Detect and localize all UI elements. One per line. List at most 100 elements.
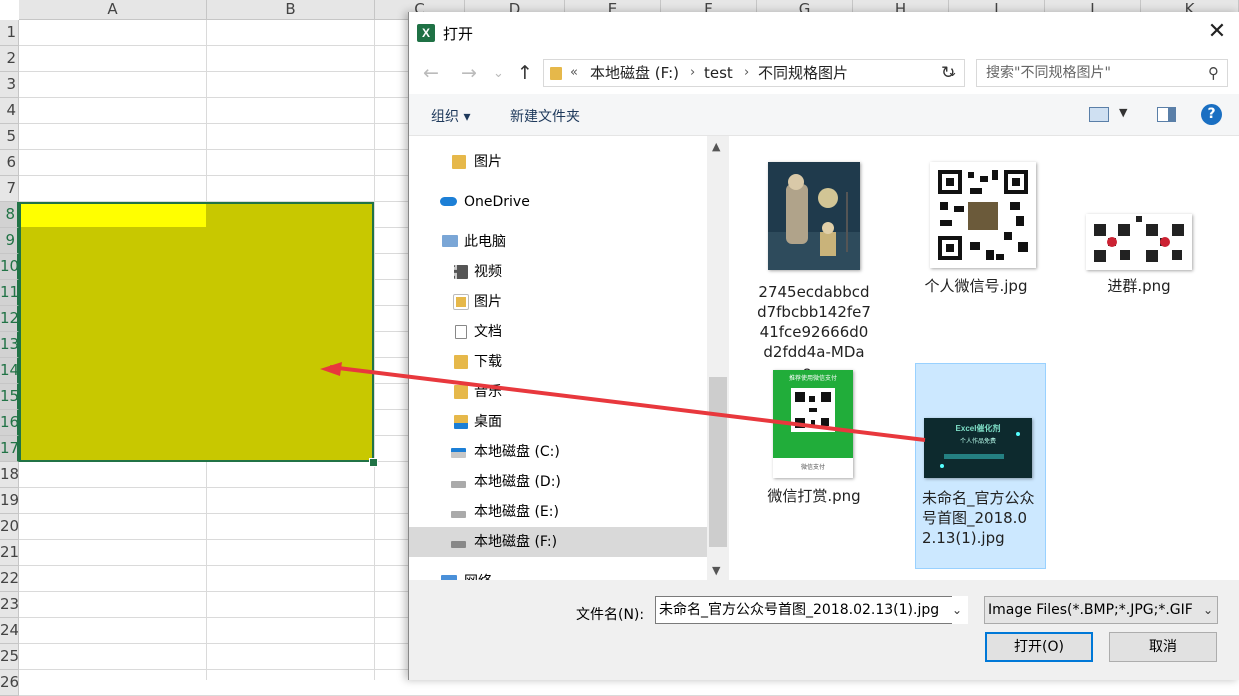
row-header-13[interactable]: 13 [0,332,19,358]
nav-item-music[interactable]: 音乐 [409,377,707,407]
breadcrumb-separator-icon[interactable]: › [744,60,749,86]
help-icon[interactable]: ? [1201,104,1222,125]
search-icon[interactable]: ⚲ [1208,60,1219,86]
file-item-photo[interactable]: 2745ecdabbcdd7fbcbb142fe741fce92666d0d2f… [749,152,879,381]
fill-handle[interactable] [369,458,378,467]
row-header-14[interactable]: 14 [0,358,19,384]
overflow-chevron-icon[interactable]: « [570,60,578,86]
breadcrumb-test[interactable]: test [704,60,733,86]
row-header-22[interactable]: 22 [0,566,19,592]
drive-icon [451,541,466,548]
row-header-26[interactable]: 26 [0,670,19,696]
nav-item-downloads[interactable]: 下载 [409,347,707,377]
nav-item-drive-e[interactable]: 本地磁盘 (E:) [409,497,707,527]
nav-item-label: 本地磁盘 (E:) [474,504,559,520]
file-name-input[interactable]: 未命名_官方公众号首图_2018.02.13(1).jpg [655,596,968,624]
row-header-20[interactable]: 20 [0,514,19,540]
yellow-cell[interactable] [21,204,206,227]
dialog-title: 打开 [443,25,474,43]
file-item-join-group[interactable]: 进群.png [1074,152,1204,302]
dialog-toolbar: 组织 ▾ 新建文件夹 ▼ ? [409,94,1239,136]
refresh-icon[interactable]: ↻ [941,63,955,83]
row-header-18[interactable]: 18 [0,462,19,488]
column-header-A[interactable]: A [19,0,207,20]
file-item-wechat-reward[interactable]: 推荐使用微信支付 微信支付 微信打赏.png [749,362,879,512]
nav-item-pictures-top[interactable]: 图片 [409,147,707,177]
row-header-17[interactable]: 17 [0,436,19,462]
row-header-4[interactable]: 4 [0,98,19,124]
nav-item-this-pc[interactable]: 此电脑 [409,227,707,257]
forward-arrow-icon[interactable]: → [461,62,477,84]
row-header-11[interactable]: 11 [0,280,19,306]
row-header-15[interactable]: 15 [0,384,19,410]
search-input[interactable]: 搜索"不同规格图片" ⚲ [976,59,1228,87]
dark-banner-thumbnail: Excel催化剂 个人作品免费 [924,418,1032,478]
scroll-down-icon[interactable]: ▼ [712,564,720,577]
breadcrumb-drive[interactable]: 本地磁盘 (F:) [590,60,679,86]
nav-item-documents[interactable]: 文档 [409,317,707,347]
nav-item-label: 桌面 [474,414,502,430]
folder-icon [452,155,466,169]
nav-item-label: 视频 [474,264,502,280]
video-icon [454,265,468,279]
file-item-official-banner[interactable]: Excel催化剂 个人作品免费 未命名_官方公众号首图_2018.02.13(1… [915,363,1046,569]
nav-item-label: 此电脑 [464,234,506,250]
row-header-6[interactable]: 6 [0,150,19,176]
nav-item-drive-d[interactable]: 本地磁盘 (D:) [409,467,707,497]
row-header-21[interactable]: 21 [0,540,19,566]
row-header-19[interactable]: 19 [0,488,19,514]
nav-item-drive-f[interactable]: 本地磁盘 (F:) [409,527,707,557]
nav-item-label: OneDrive [464,194,530,210]
nav-item-label: 下载 [474,354,502,370]
excel-icon: X [417,24,435,42]
preview-pane-icon[interactable] [1157,107,1176,122]
music-icon [454,385,468,399]
scroll-up-icon[interactable]: ▲ [712,140,720,153]
new-folder-button[interactable]: 新建文件夹 [510,106,580,126]
row-header-9[interactable]: 9 [0,228,19,254]
row-header-10[interactable]: 10 [0,254,19,280]
row-header-7[interactable]: 7 [0,176,19,202]
row-header-25[interactable]: 25 [0,644,19,670]
file-name-label: 文件名(N): [576,607,645,623]
nav-item-pictures[interactable]: 图片 [409,287,707,317]
navigation-pane: 图片 OneDrive 此电脑 视频 图片 文档 下载 音乐 桌面 本地磁盘 (… [409,136,729,580]
row-header-3[interactable]: 3 [0,72,19,98]
file-type-select[interactable]: Image Files(*.BMP;*.JPG;*.GIF ⌄ [984,596,1218,624]
row-header-2[interactable]: 2 [0,46,19,72]
green-header-text: 推荐使用微信支付 [788,375,837,382]
column-header-B[interactable]: B [207,0,375,20]
file-name: 未命名_官方公众号首图_2018.02.13(1).jpg [922,489,1035,547]
organize-menu[interactable]: 组织 ▾ [431,106,470,126]
nav-item-desktop[interactable]: 桌面 [409,407,707,437]
recent-dropdown-icon[interactable]: ⌄ [493,66,504,81]
view-dropdown-icon[interactable]: ▼ [1119,106,1127,119]
row-header-12[interactable]: 12 [0,306,19,332]
open-button[interactable]: 打开(O) [985,632,1093,662]
breadcrumb-separator-icon[interactable]: › [690,60,695,86]
row-header-24[interactable]: 24 [0,618,19,644]
nav-item-videos[interactable]: 视频 [409,257,707,287]
row-header-8[interactable]: 8 [0,202,19,228]
row-header-5[interactable]: 5 [0,124,19,150]
up-arrow-icon[interactable]: ↑ [517,62,533,84]
selected-range-olive[interactable] [19,202,374,462]
row-header-16[interactable]: 16 [0,410,19,436]
nav-scrollbar[interactable]: ▲ ▼ [707,136,729,580]
address-bar[interactable]: « 本地磁盘 (F:) › test › 不同规格图片 ⌄ [543,59,965,87]
nav-item-onedrive[interactable]: OneDrive [409,187,707,217]
row-header-1[interactable]: 1 [0,20,19,46]
file-name-dropdown-icon[interactable]: ⌄ [952,596,968,624]
back-arrow-icon[interactable]: ← [423,62,439,84]
file-type-dropdown-icon[interactable]: ⌄ [1199,597,1217,623]
file-name: 进群.png [1107,277,1171,295]
nav-item-network[interactable]: 网络 [409,567,707,580]
nav-item-drive-c[interactable]: 本地磁盘 (C:) [409,437,707,467]
row-header-23[interactable]: 23 [0,592,19,618]
close-button[interactable]: ✕ [1194,12,1239,52]
scrollbar-thumb[interactable] [709,377,727,547]
view-mode-icon[interactable] [1089,107,1109,122]
file-item-personal-wechat[interactable]: 个人微信号.jpg [911,152,1041,302]
breadcrumb-folder[interactable]: 不同规格图片 [758,60,848,86]
cancel-button[interactable]: 取消 [1109,632,1217,662]
